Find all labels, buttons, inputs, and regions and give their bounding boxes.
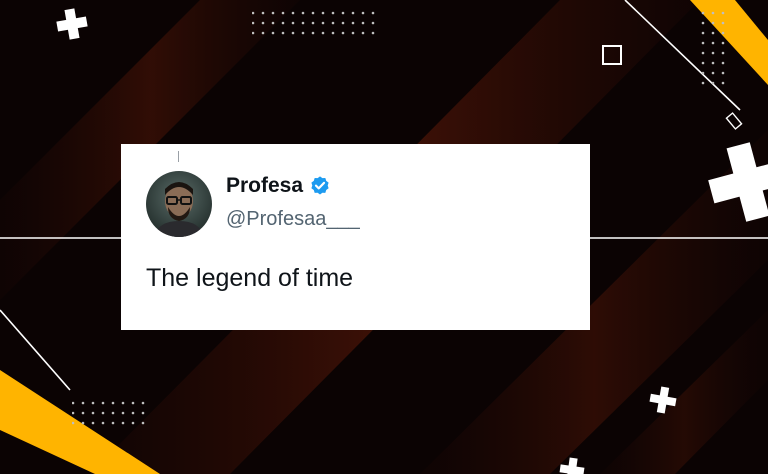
display-name-text: Profesa — [226, 174, 304, 197]
verified-badge-icon — [311, 176, 329, 195]
tweet-text: The legend of time — [146, 264, 354, 292]
user-handle[interactable]: @Profesaa___ — [226, 208, 360, 231]
card-top-mark — [178, 151, 179, 162]
avatar[interactable] — [146, 171, 212, 237]
display-name[interactable]: Profesa — [226, 174, 331, 198]
dot-grid — [72, 395, 150, 431]
dot-grid — [252, 8, 377, 40]
dot-grid — [695, 5, 727, 87]
avatar-image — [146, 171, 212, 237]
tweet-card: Profesa @Profesaa___ The legend of time — [121, 144, 590, 330]
